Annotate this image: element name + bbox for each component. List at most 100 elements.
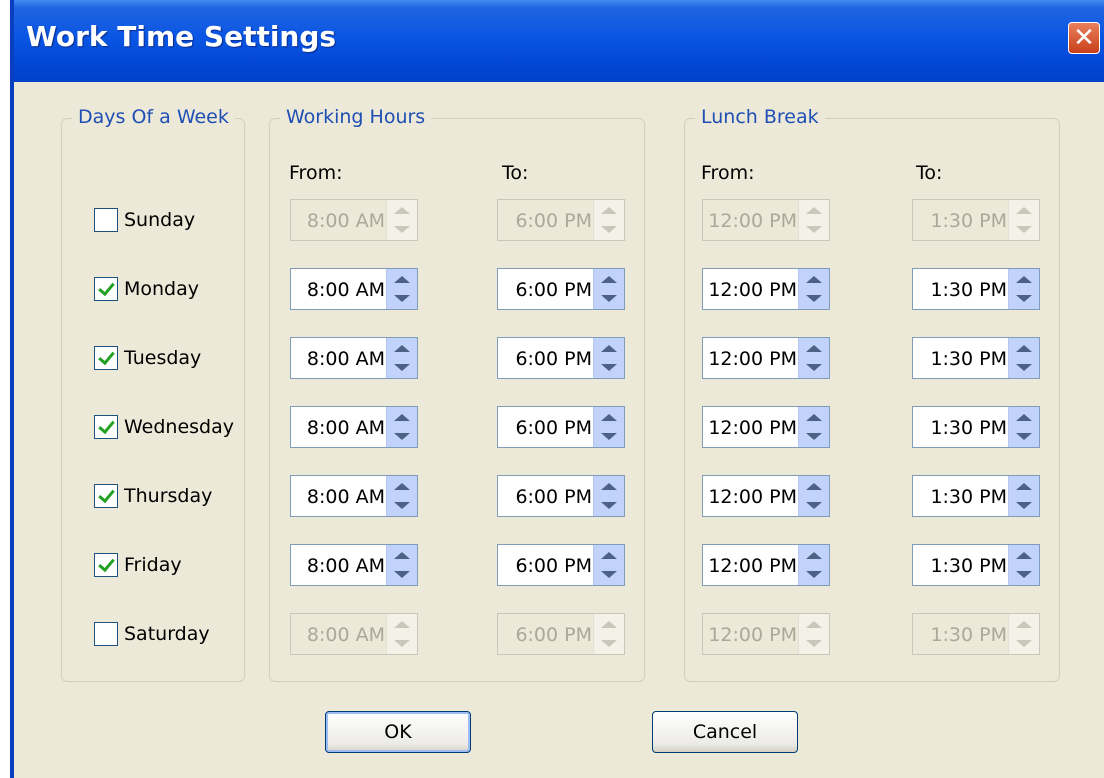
working-hours-to-spinner[interactable]: 6:00 PM [497, 406, 625, 448]
arrow-down-icon[interactable] [394, 364, 410, 371]
time-value[interactable]: 12:00 PM [708, 555, 797, 577]
arrow-down-icon[interactable] [1016, 571, 1032, 578]
lunch-break-from-spinner[interactable]: 12:00 PM [702, 406, 830, 448]
time-value[interactable]: 12:00 PM [708, 417, 797, 439]
title-bar[interactable]: Work Time Settings ✕ [14, 0, 1104, 82]
arrow-down-icon[interactable] [806, 433, 822, 440]
day-checkbox-row[interactable]: Monday [94, 274, 199, 304]
spin-buttons[interactable] [798, 200, 829, 240]
arrow-up-icon[interactable] [394, 207, 410, 214]
spin-buttons[interactable] [593, 269, 624, 309]
working-hours-to-spinner[interactable]: 6:00 PM [497, 199, 625, 241]
lunch-break-from-spinner[interactable]: 12:00 PM [702, 475, 830, 517]
arrow-up-icon[interactable] [806, 621, 822, 628]
arrow-up-icon[interactable] [394, 276, 410, 283]
spin-buttons[interactable] [798, 269, 829, 309]
arrow-up-icon[interactable] [394, 345, 410, 352]
spin-buttons[interactable] [1008, 545, 1039, 585]
working-hours-to-spinner[interactable]: 6:00 PM [497, 613, 625, 655]
working-hours-to-spinner[interactable]: 6:00 PM [497, 337, 625, 379]
arrow-down-icon[interactable] [394, 502, 410, 509]
ok-button[interactable]: OK [325, 711, 471, 753]
working-hours-from-spinner[interactable]: 8:00 AM [290, 337, 418, 379]
day-checkbox-row[interactable]: Friday [94, 550, 182, 580]
lunch-break-from-spinner[interactable]: 12:00 PM [702, 337, 830, 379]
arrow-down-icon[interactable] [1016, 295, 1032, 302]
arrow-up-icon[interactable] [394, 483, 410, 490]
arrow-up-icon[interactable] [806, 552, 822, 559]
arrow-up-icon[interactable] [601, 552, 617, 559]
spin-buttons[interactable] [1008, 407, 1039, 447]
arrow-up-icon[interactable] [806, 483, 822, 490]
time-value[interactable]: 12:00 PM [708, 624, 797, 646]
lunch-break-to-spinner[interactable]: 1:30 PM [912, 268, 1040, 310]
time-value[interactable]: 1:30 PM [930, 210, 1007, 232]
lunch-break-to-spinner[interactable]: 1:30 PM [912, 544, 1040, 586]
arrow-up-icon[interactable] [601, 345, 617, 352]
arrow-up-icon[interactable] [1016, 483, 1032, 490]
arrow-up-icon[interactable] [1016, 345, 1032, 352]
time-value[interactable]: 8:00 AM [307, 555, 385, 577]
arrow-down-icon[interactable] [601, 571, 617, 578]
time-value[interactable]: 1:30 PM [930, 348, 1007, 370]
time-value[interactable]: 6:00 PM [515, 210, 592, 232]
day-checkbox-row[interactable]: Thursday [94, 481, 212, 511]
time-value[interactable]: 8:00 AM [307, 348, 385, 370]
working-hours-from-spinner[interactable]: 8:00 AM [290, 613, 418, 655]
arrow-up-icon[interactable] [1016, 207, 1032, 214]
spin-buttons[interactable] [593, 476, 624, 516]
lunch-break-from-spinner[interactable]: 12:00 PM [702, 544, 830, 586]
arrow-up-icon[interactable] [394, 414, 410, 421]
time-value[interactable]: 6:00 PM [515, 624, 592, 646]
lunch-break-from-spinner[interactable]: 12:00 PM [702, 268, 830, 310]
close-button[interactable]: ✕ [1068, 22, 1100, 54]
working-hours-from-spinner[interactable]: 8:00 AM [290, 199, 418, 241]
arrow-down-icon[interactable] [806, 502, 822, 509]
working-hours-from-spinner[interactable]: 8:00 AM [290, 406, 418, 448]
spin-buttons[interactable] [386, 476, 417, 516]
spin-buttons[interactable] [386, 338, 417, 378]
arrow-down-icon[interactable] [601, 433, 617, 440]
spin-buttons[interactable] [1008, 200, 1039, 240]
working-hours-from-spinner[interactable]: 8:00 AM [290, 475, 418, 517]
working-hours-to-spinner[interactable]: 6:00 PM [497, 544, 625, 586]
time-value[interactable]: 1:30 PM [930, 486, 1007, 508]
time-value[interactable]: 8:00 AM [307, 624, 385, 646]
arrow-up-icon[interactable] [601, 207, 617, 214]
arrow-down-icon[interactable] [806, 640, 822, 647]
spin-buttons[interactable] [386, 614, 417, 654]
day-checkbox[interactable] [94, 277, 118, 301]
arrow-down-icon[interactable] [806, 364, 822, 371]
time-value[interactable]: 1:30 PM [930, 555, 1007, 577]
arrow-down-icon[interactable] [601, 295, 617, 302]
arrow-down-icon[interactable] [1016, 226, 1032, 233]
time-value[interactable]: 12:00 PM [708, 486, 797, 508]
spin-buttons[interactable] [1008, 614, 1039, 654]
arrow-up-icon[interactable] [1016, 414, 1032, 421]
arrow-down-icon[interactable] [1016, 502, 1032, 509]
lunch-break-to-spinner[interactable]: 1:30 PM [912, 337, 1040, 379]
arrow-down-icon[interactable] [601, 226, 617, 233]
spin-buttons[interactable] [798, 614, 829, 654]
time-value[interactable]: 6:00 PM [515, 486, 592, 508]
arrow-up-icon[interactable] [394, 621, 410, 628]
time-value[interactable]: 12:00 PM [708, 279, 797, 301]
time-value[interactable]: 12:00 PM [708, 348, 797, 370]
arrow-up-icon[interactable] [806, 414, 822, 421]
arrow-up-icon[interactable] [1016, 621, 1032, 628]
time-value[interactable]: 1:30 PM [930, 279, 1007, 301]
arrow-up-icon[interactable] [601, 483, 617, 490]
lunch-break-from-spinner[interactable]: 12:00 PM [702, 613, 830, 655]
spin-buttons[interactable] [386, 200, 417, 240]
arrow-down-icon[interactable] [394, 571, 410, 578]
time-value[interactable]: 1:30 PM [930, 417, 1007, 439]
working-hours-to-spinner[interactable]: 6:00 PM [497, 268, 625, 310]
arrow-down-icon[interactable] [1016, 640, 1032, 647]
spin-buttons[interactable] [386, 407, 417, 447]
arrow-up-icon[interactable] [601, 276, 617, 283]
time-value[interactable]: 12:00 PM [708, 210, 797, 232]
spin-buttons[interactable] [798, 545, 829, 585]
arrow-up-icon[interactable] [601, 414, 617, 421]
arrow-up-icon[interactable] [1016, 552, 1032, 559]
arrow-up-icon[interactable] [601, 621, 617, 628]
